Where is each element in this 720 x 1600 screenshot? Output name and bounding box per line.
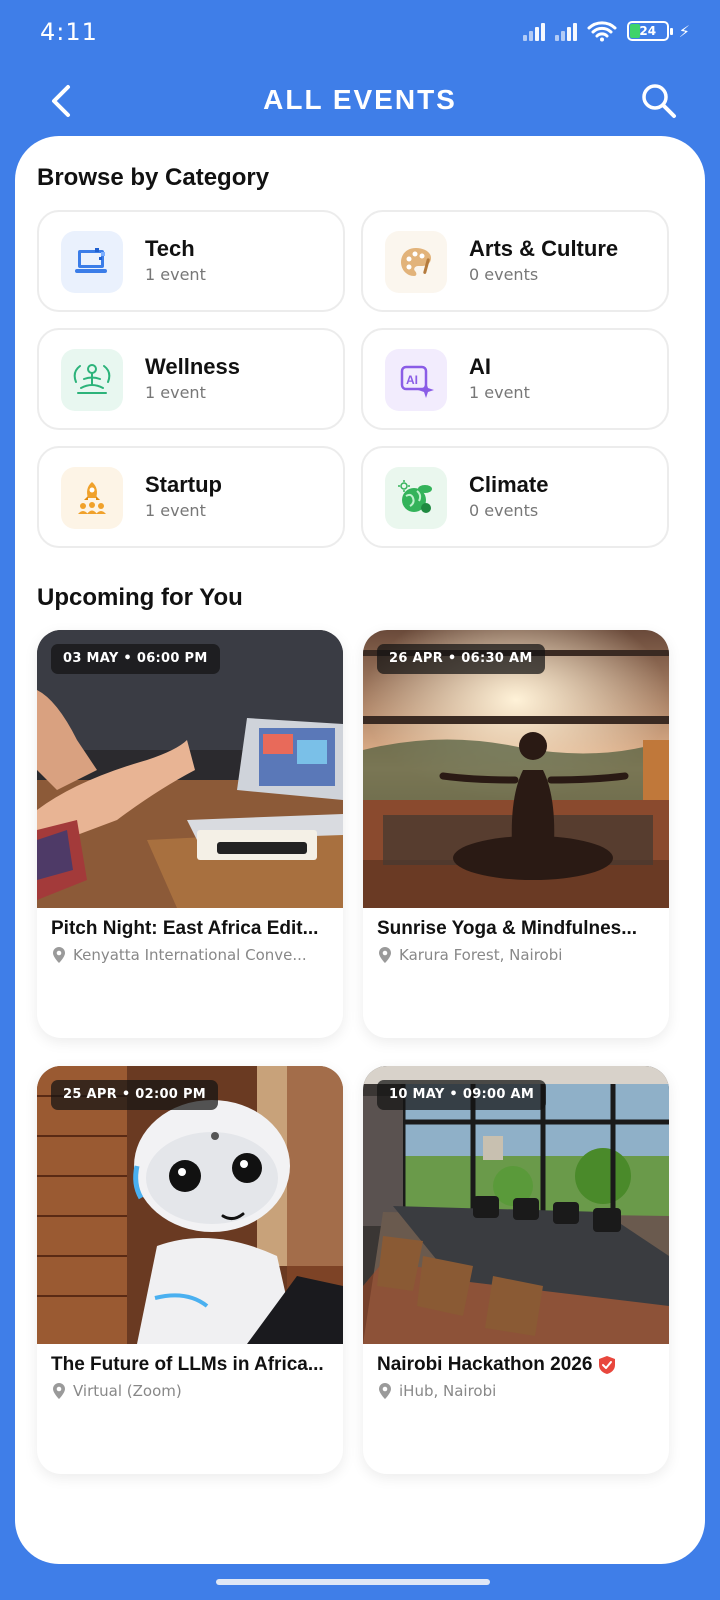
upcoming-heading: Upcoming for You: [37, 584, 243, 611]
meditation-icon: [61, 349, 123, 411]
event-date-badge: 03 MAY • 06:00 PM: [51, 644, 220, 674]
event-card-nairobi-hackathon[interactable]: 10 MAY • 09:00 AM Nairobi Hackathon 2026…: [363, 1066, 669, 1474]
status-bar: 4:11 24 ⚡: [0, 0, 720, 66]
event-title: The Future of LLMs in Africa...: [51, 1354, 324, 1375]
rocket-team-icon: [61, 467, 123, 529]
verified-shield-icon: [599, 1356, 616, 1374]
category-count: 0 events: [469, 265, 539, 284]
event-date-badge: 25 APR • 02:00 PM: [51, 1080, 219, 1110]
event-location: Karura Forest, Nairobi: [379, 946, 659, 964]
category-card-ai[interactable]: AI AI 1 event: [361, 328, 669, 430]
location-pin-icon: [53, 1383, 65, 1399]
search-icon: [642, 84, 676, 118]
category-card-climate[interactable]: Climate 0 events: [361, 446, 669, 548]
location-pin-icon: [379, 947, 391, 963]
status-time: 4:11: [40, 18, 98, 46]
category-count: 1 event: [145, 265, 206, 284]
category-count: 1 event: [145, 501, 206, 520]
signal-icon-2: [554, 21, 577, 41]
event-title: Sunrise Yoga & Mindfulnes...: [377, 918, 638, 939]
category-count: 1 event: [469, 383, 530, 402]
signal-icon: [522, 21, 545, 41]
location-pin-icon: [379, 1383, 391, 1399]
category-card-arts-culture[interactable]: Arts & Culture 0 events: [361, 210, 669, 312]
event-location-text: Karura Forest, Nairobi: [399, 946, 563, 964]
event-title-row: Nairobi Hackathon 2026: [377, 1354, 661, 1376]
category-name: Startup: [145, 472, 222, 497]
event-location-text: iHub, Nairobi: [399, 1382, 497, 1400]
category-name: Wellness: [145, 354, 240, 379]
event-location: Virtual (Zoom): [53, 1382, 333, 1400]
event-location: iHub, Nairobi: [379, 1382, 659, 1400]
category-card-wellness[interactable]: Wellness 1 event: [37, 328, 345, 430]
category-name: Climate: [469, 472, 549, 497]
category-card-startup[interactable]: Startup 1 event: [37, 446, 345, 548]
battery-level: 24: [639, 24, 657, 38]
search-button[interactable]: [634, 76, 684, 126]
event-title: Pitch Night: East Africa Edit...: [51, 918, 319, 939]
event-date-badge: 10 MAY • 09:00 AM: [377, 1080, 547, 1110]
category-name: AI: [469, 354, 491, 379]
ai-sparkle-icon: AI: [385, 349, 447, 411]
wifi-icon: [587, 21, 617, 42]
laptop-icon: [61, 231, 123, 293]
event-location: Kenyatta International Conve...: [53, 946, 333, 964]
category-card-tech[interactable]: Tech 1 event: [37, 210, 345, 312]
page-title: ALL EVENTS: [263, 84, 457, 115]
event-image-robot: 25 APR • 02:00 PM: [37, 1066, 343, 1344]
location-pin-icon: [53, 947, 65, 963]
event-title: Nairobi Hackathon 2026: [377, 1354, 593, 1375]
event-card-future-llms[interactable]: 25 APR • 02:00 PM The Future of LLMs in …: [37, 1066, 343, 1474]
charging-icon: ⚡: [678, 21, 690, 41]
battery-icon: 24: [626, 21, 673, 41]
globe-leaf-icon: [385, 467, 447, 529]
app-header: ALL EVENTS: [0, 66, 720, 136]
category-count: 0 events: [469, 501, 539, 520]
event-date-badge: 26 APR • 06:30 AM: [377, 644, 545, 674]
status-icons: 24 ⚡: [522, 20, 690, 42]
palette-icon: [385, 231, 447, 293]
home-indicator[interactable]: [216, 1579, 490, 1585]
event-image-pitch-meeting: 03 MAY • 06:00 PM: [37, 630, 343, 908]
category-name: Arts & Culture: [469, 236, 619, 261]
main-content: Browse by Category Tech 1 event Arts & C…: [15, 136, 705, 1564]
event-card-sunrise-yoga[interactable]: 26 APR • 06:30 AM Sunrise Yoga & Mindful…: [363, 630, 669, 1038]
event-image-sunrise-yoga: 26 APR • 06:30 AM: [363, 630, 669, 908]
event-card-pitch-night[interactable]: 03 MAY • 06:00 PM Pitch Night: East Afri…: [37, 630, 343, 1038]
event-image-conference-room: 10 MAY • 09:00 AM: [363, 1066, 669, 1344]
event-location-text: Kenyatta International Conve...: [73, 946, 307, 964]
category-name: Tech: [145, 236, 195, 261]
browse-category-heading: Browse by Category: [37, 164, 270, 191]
event-location-text: Virtual (Zoom): [73, 1382, 182, 1400]
svg-text:AI: AI: [406, 373, 418, 387]
category-count: 1 event: [145, 383, 206, 402]
